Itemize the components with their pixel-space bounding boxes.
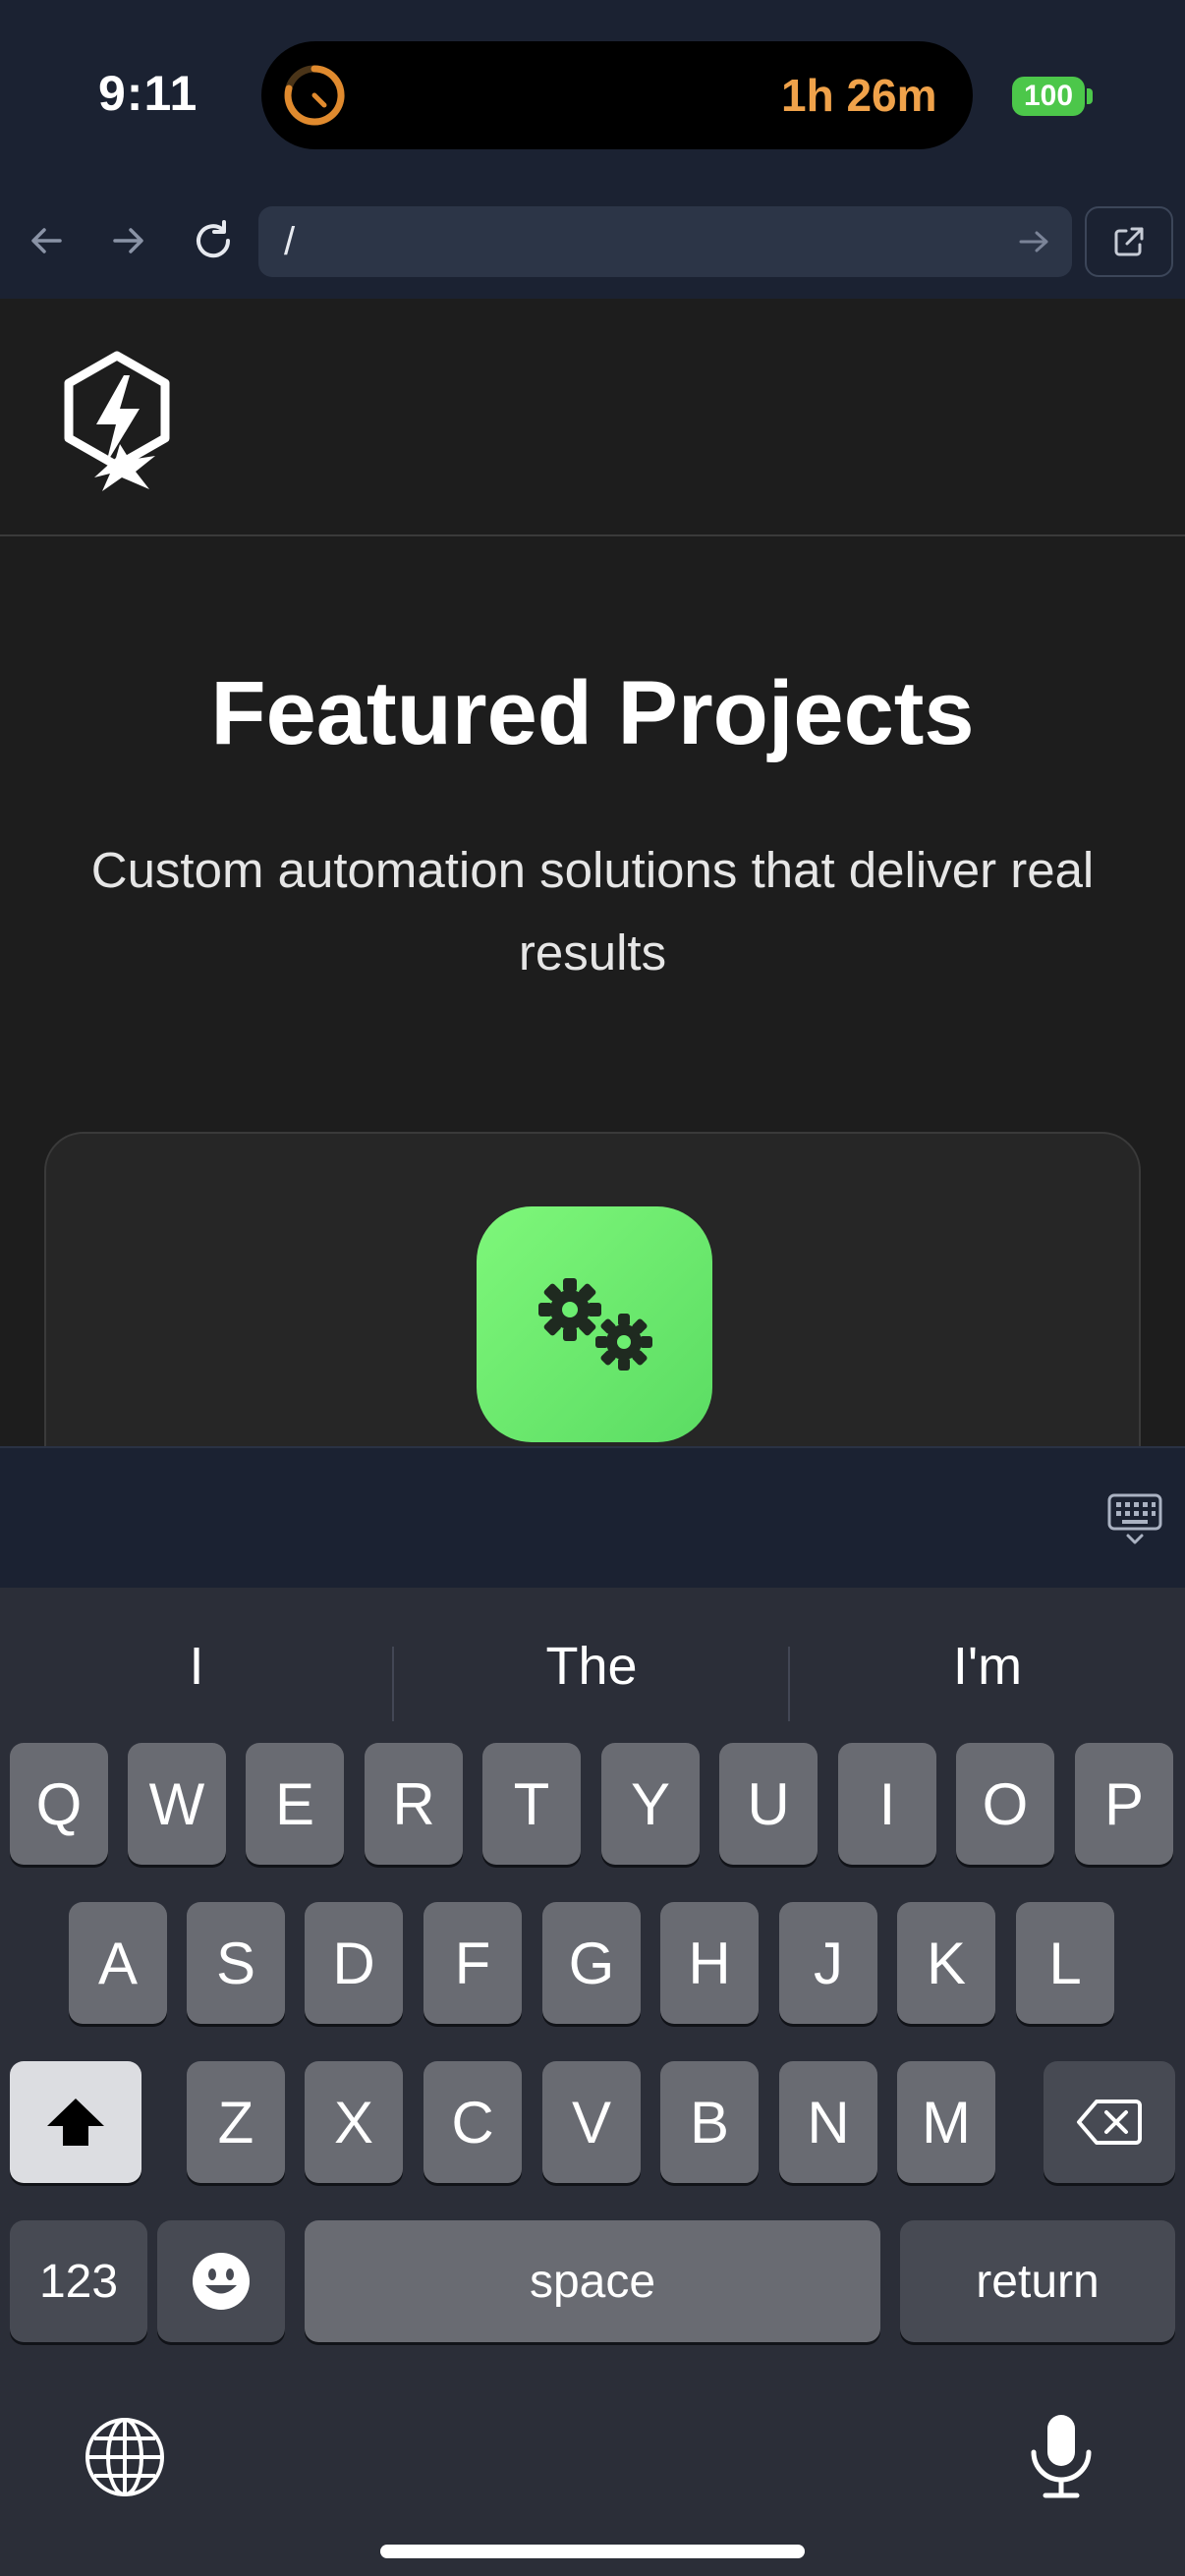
microphone-icon[interactable]: [1026, 2411, 1097, 2501]
status-time: 9:11: [98, 66, 198, 121]
url-text: /: [284, 220, 296, 263]
key-w[interactable]: W: [128, 1743, 226, 1865]
key-r[interactable]: R: [365, 1743, 463, 1865]
key-u[interactable]: U: [719, 1743, 818, 1865]
key-t[interactable]: T: [482, 1743, 581, 1865]
forward-button[interactable]: [94, 187, 163, 295]
open-external-button[interactable]: [1085, 206, 1173, 277]
key-p[interactable]: P: [1075, 1743, 1173, 1865]
suggestion-1[interactable]: I: [0, 1617, 393, 1715]
key-s[interactable]: S: [187, 1902, 285, 2024]
keyboard-dismiss-icon[interactable]: [1106, 1491, 1163, 1548]
arrow-right-icon: [113, 228, 143, 253]
key-n[interactable]: N: [779, 2061, 877, 2183]
key-f[interactable]: F: [423, 1902, 522, 2024]
key-c[interactable]: C: [423, 2061, 522, 2183]
key-m[interactable]: M: [897, 2061, 995, 2183]
gears-icon: [538, 1278, 652, 1371]
suggestion-3[interactable]: I'm: [791, 1617, 1184, 1715]
go-arrow-icon[interactable]: [1017, 222, 1052, 261]
site-header: [0, 299, 1185, 536]
status-bar: 9:11 1h 26m 100: [0, 0, 1185, 187]
timer-text: 1h 26m: [781, 70, 937, 121]
backspace-icon: [1077, 2100, 1142, 2145]
project-icon-tile: [477, 1206, 712, 1442]
key-q[interactable]: Q: [10, 1743, 108, 1865]
suggestion-2[interactable]: The: [395, 1617, 788, 1715]
timer-ring-icon: [284, 65, 345, 126]
web-page: Featured Projects Custom automation solu…: [0, 299, 1185, 1446]
key-b[interactable]: B: [660, 2061, 759, 2183]
suggestion-divider: [392, 1647, 394, 1721]
shift-key[interactable]: [10, 2061, 141, 2183]
return-key-label: return: [976, 2255, 1100, 2308]
key-v[interactable]: V: [542, 2061, 641, 2183]
key-e[interactable]: E: [246, 1743, 344, 1865]
key-g[interactable]: G: [542, 1902, 641, 2024]
return-key[interactable]: return: [900, 2220, 1175, 2342]
globe-icon[interactable]: [83, 2415, 167, 2499]
delete-key[interactable]: [1044, 2061, 1175, 2183]
key-d[interactable]: D: [305, 1902, 403, 2024]
browser-toolbar: /: [0, 187, 1185, 299]
key-j[interactable]: J: [779, 1902, 877, 2024]
key-z[interactable]: Z: [187, 2061, 285, 2183]
space-key[interactable]: space: [305, 2220, 880, 2342]
key-a[interactable]: A: [69, 1902, 167, 2024]
battery-tip: [1087, 88, 1093, 104]
hero-subtitle: Custom automation solutions that deliver…: [90, 842, 1095, 980]
lightning-shield-logo[interactable]: [59, 348, 175, 495]
url-field[interactable]: /: [258, 206, 1072, 277]
hero-title: Featured Projects: [210, 663, 975, 763]
keyboard-accessory-bar: [0, 1446, 1185, 1588]
key-x[interactable]: X: [305, 2061, 403, 2183]
predictive-suggestions: I The I'm: [0, 1617, 1185, 1721]
keyboard: I The I'm Q W E R T Y U I O P A S D F G …: [0, 1588, 1185, 2576]
key-k[interactable]: K: [897, 1902, 995, 2024]
project-card[interactable]: [44, 1132, 1141, 1446]
key-y[interactable]: Y: [601, 1743, 700, 1865]
arrow-left-icon: [31, 228, 62, 253]
numbers-key-label: 123: [38, 2255, 119, 2308]
numbers-key[interactable]: 123: [10, 2220, 147, 2342]
key-h[interactable]: H: [660, 1902, 759, 2024]
key-i[interactable]: I: [838, 1743, 936, 1865]
home-indicator[interactable]: [380, 2545, 805, 2558]
key-l[interactable]: L: [1016, 1902, 1114, 2024]
reload-button[interactable]: [179, 187, 248, 295]
shift-arrow-icon: [47, 2099, 104, 2146]
external-link-icon: [1114, 227, 1144, 256]
space-key-label: space: [529, 2255, 656, 2308]
battery-indicator: 100: [1012, 77, 1085, 116]
emoji-icon: [193, 2253, 250, 2310]
back-button[interactable]: [12, 187, 81, 295]
reload-icon: [197, 220, 231, 258]
key-o[interactable]: O: [956, 1743, 1054, 1865]
suggestion-divider: [788, 1647, 790, 1721]
emoji-key[interactable]: [157, 2220, 285, 2342]
